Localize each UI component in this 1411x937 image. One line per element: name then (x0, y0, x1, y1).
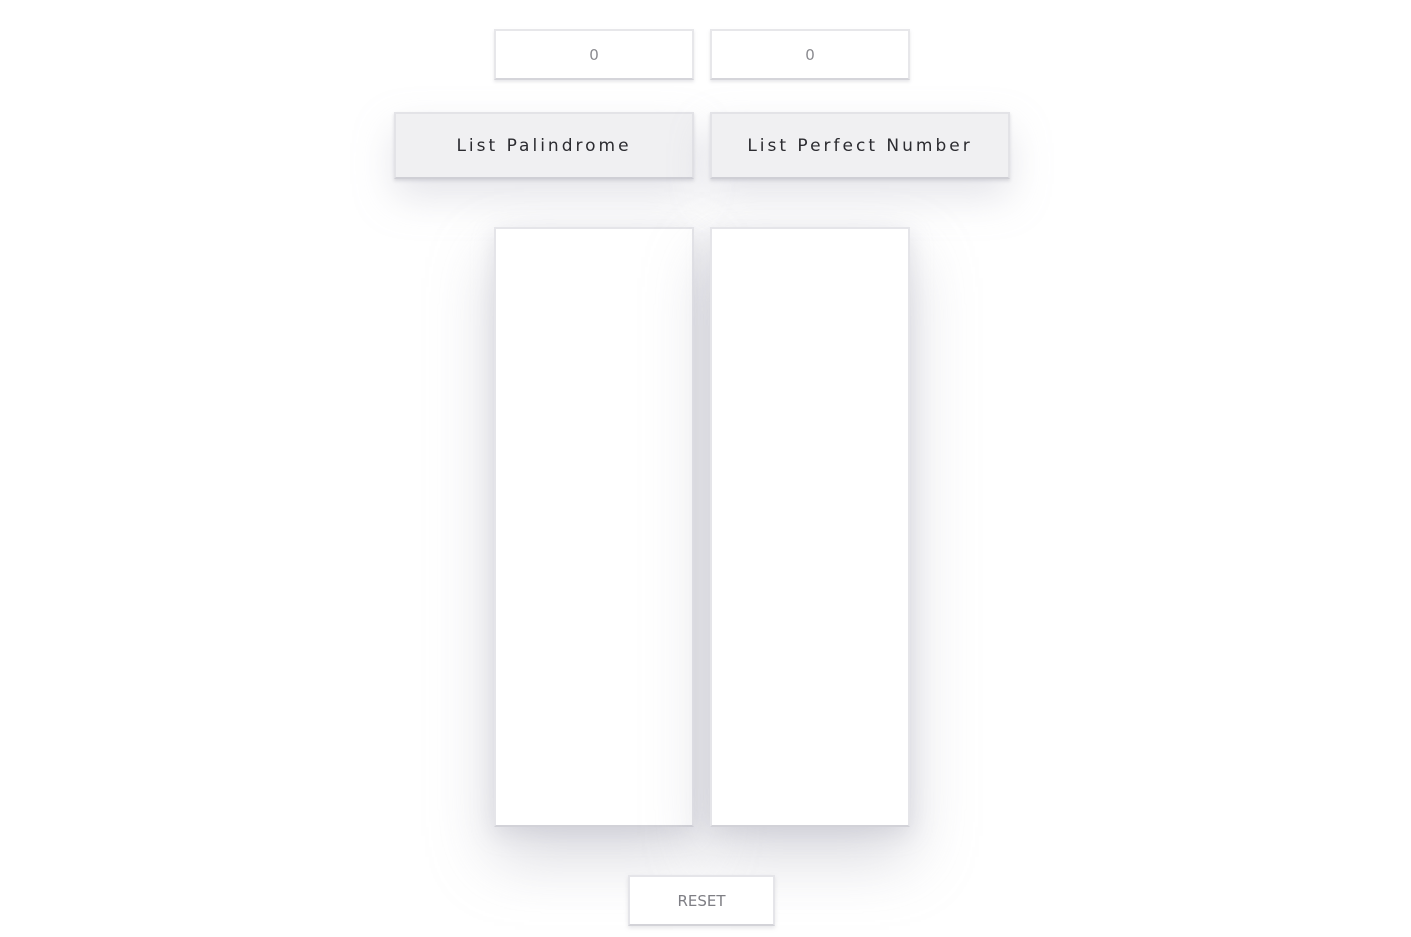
range-end-input[interactable] (710, 29, 910, 80)
reset-button[interactable]: RESET (628, 875, 775, 926)
list-perfect-number-button[interactable]: List Perfect Number (710, 112, 1010, 179)
page: List Palindrome List Perfect Number RESE… (0, 0, 1411, 937)
list-palindrome-button[interactable]: List Palindrome (394, 112, 694, 179)
range-start-input[interactable] (494, 29, 694, 80)
perfect-number-results-area[interactable] (710, 227, 910, 827)
palindrome-results-area[interactable] (494, 227, 694, 827)
